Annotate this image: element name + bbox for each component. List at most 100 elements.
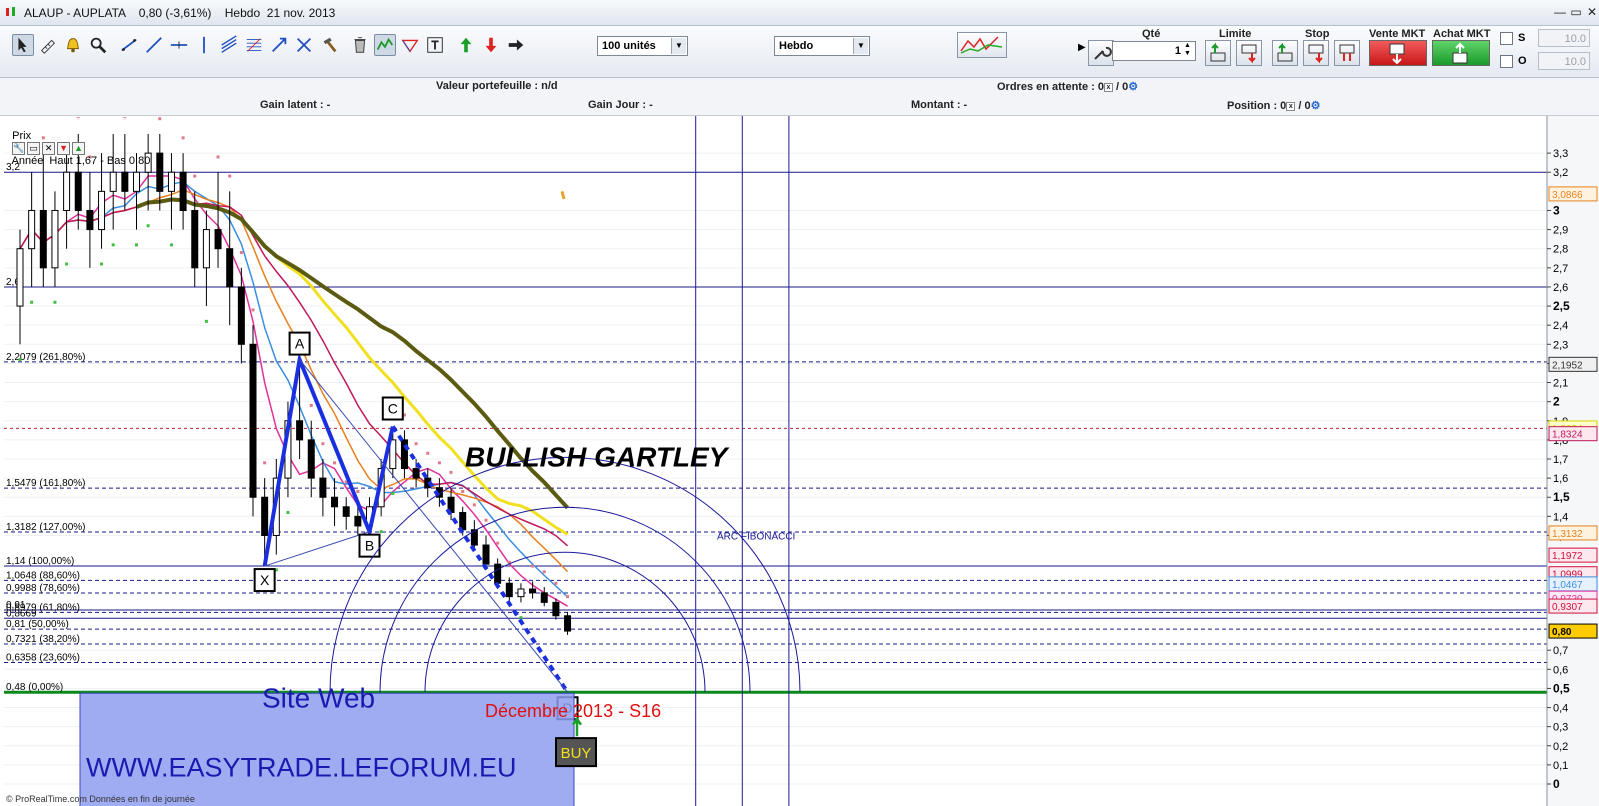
price-tag-label: 3,0866 <box>1552 190 1583 201</box>
limit-sell-button[interactable] <box>1236 40 1262 66</box>
window-icon[interactable]: ▭ <box>27 142 41 155</box>
orange-marker <box>560 190 566 200</box>
sar-dot <box>193 174 197 178</box>
o-checkbox[interactable] <box>1500 55 1513 68</box>
price-tag-label: 0,80 <box>1552 627 1572 638</box>
sar-dot <box>53 300 57 304</box>
candle-body <box>28 209 36 250</box>
arrow-down-icon[interactable] <box>480 34 502 56</box>
sar-dot <box>181 136 185 140</box>
magnifier-icon[interactable] <box>87 34 109 56</box>
fib-level-label: 0,7321 (38,20%) <box>6 634 80 645</box>
limit-buy-button[interactable] <box>1205 40 1231 66</box>
sar-dot <box>356 490 360 493</box>
trendline-icon[interactable] <box>143 34 165 56</box>
red-down-icon[interactable]: ▼ <box>57 142 71 155</box>
sar-dot <box>41 136 45 140</box>
collapse-arrow-icon[interactable]: ▶ <box>1078 42 1086 53</box>
qty-stepper[interactable]: ▲ ▼ <box>1184 42 1191 58</box>
hammer-icon[interactable] <box>318 34 340 56</box>
pending-orders: Ordres en attente : 0x / 0⚙ <box>997 81 1139 93</box>
trash-icon[interactable] <box>349 34 371 56</box>
sar-dot <box>309 403 313 407</box>
triangle-icon[interactable] <box>399 34 421 56</box>
fib-level-label: 1,0648 (88,60%) <box>6 570 80 581</box>
y-axis-tick-label: 1,6 <box>1553 473 1568 485</box>
stop-sell-button[interactable] <box>1303 40 1329 66</box>
candle-body <box>191 209 199 269</box>
sar-dot <box>263 461 267 465</box>
sar-dot <box>146 224 150 228</box>
arrows-icon[interactable] <box>268 34 290 56</box>
gear-icon[interactable]: ⚙ <box>1128 81 1138 93</box>
sar-dot <box>216 155 220 159</box>
wrench-icon[interactable]: 🔧 <box>12 142 26 155</box>
minimize-icon[interactable]: — <box>1552 4 1568 20</box>
buy-market-button[interactable] <box>1432 40 1490 66</box>
candle-body <box>86 209 94 231</box>
horizontal-line-icon[interactable] <box>168 34 190 56</box>
price-chart[interactable]: 3,2 2,6 2,2079 (261,80%) 1,5479 (161,80%) 1,… <box>0 116 1599 806</box>
y-axis-tick-label: 3,3 <box>1553 148 1568 160</box>
s-checkbox[interactable] <box>1500 32 1513 45</box>
gain-latent: Gain latent : - <box>260 99 331 111</box>
fib-level-label: 2,2079 (261,80%) <box>6 352 86 363</box>
candle-body <box>39 209 47 269</box>
fib-level-label: 0,81 (50,00%) <box>6 619 69 630</box>
y-axis-tick-label: 2,7 <box>1553 263 1568 275</box>
close-box-icon[interactable]: x <box>1286 101 1296 111</box>
fib-level-label: 1,3182 (127,00%) <box>6 522 86 533</box>
alarm-bell-icon[interactable] <box>62 34 84 56</box>
line-icon[interactable] <box>118 34 140 56</box>
pencil-ruler-icon[interactable] <box>37 34 59 56</box>
arrow-up-icon[interactable] <box>455 34 477 56</box>
close-icon[interactable]: ✕ <box>1584 4 1599 20</box>
candle-body <box>540 592 548 603</box>
gear-icon[interactable]: ⚙ <box>1311 100 1321 112</box>
text-icon[interactable] <box>424 34 446 56</box>
s-value-input[interactable]: 10.0 <box>1538 29 1590 47</box>
sar-dot <box>484 518 488 522</box>
close-circle-icon[interactable]: ✕ <box>42 142 56 155</box>
buy-limit-icon <box>1210 42 1226 62</box>
sar-dot <box>286 511 290 515</box>
o-value-input[interactable]: 10.0 <box>1538 52 1590 70</box>
maximize-icon[interactable]: ▭ <box>1568 4 1584 20</box>
stop-buy-button[interactable] <box>1272 40 1298 66</box>
candle-body <box>517 588 525 598</box>
units-dropdown[interactable]: 100 unités ▼ <box>597 36 688 56</box>
sar-dot <box>379 530 383 534</box>
candle-body <box>202 229 210 269</box>
website-url: WWW.EASYTRADE.LEFORUM.EU <box>86 752 517 782</box>
arrow-right-icon[interactable] <box>505 34 527 56</box>
sar-dot <box>204 319 208 323</box>
candle-body <box>16 248 24 307</box>
stop-other-button[interactable] <box>1334 40 1360 66</box>
pattern-icon[interactable] <box>374 34 396 56</box>
settings-wrench-button[interactable] <box>1088 40 1114 66</box>
sar-dot <box>100 262 104 266</box>
y-axis-tick-label: 0,1 <box>1553 760 1568 772</box>
period-dropdown[interactable]: Hebdo ▼ <box>774 36 870 56</box>
candle-body <box>237 286 245 345</box>
y-axis-tick-label: 2 <box>1553 395 1560 409</box>
sell-market-button[interactable] <box>1369 40 1427 66</box>
sar-dot <box>566 595 570 599</box>
fibonacci-icon[interactable] <box>243 34 265 56</box>
green-up-icon[interactable]: ▲ <box>72 142 86 155</box>
site-web-label: Site Web <box>262 683 375 714</box>
cross-arrows-icon[interactable] <box>293 34 315 56</box>
candle-body <box>505 582 513 598</box>
fork-icon[interactable] <box>218 34 240 56</box>
close-box-icon[interactable]: x <box>1103 82 1113 92</box>
candle-body <box>133 171 140 192</box>
chart-title: BULLISH GARTLEY <box>465 442 730 473</box>
limit-label: Limite <box>1219 28 1252 40</box>
chart-type-button[interactable] <box>957 32 1007 58</box>
vertical-line-icon[interactable] <box>193 34 215 56</box>
y-axis-tick-label: 0,7 <box>1553 645 1568 657</box>
y-axis-tick-label: 2,5 <box>1553 299 1570 313</box>
chart-legend: Prix 🔧 ▭ ✕ ▼ ▲ Année Haut 1,67 - Bas 0,80 <box>6 118 151 167</box>
y-axis-tick-label: 1,7 <box>1553 454 1568 466</box>
cursor-icon[interactable] <box>12 34 34 56</box>
